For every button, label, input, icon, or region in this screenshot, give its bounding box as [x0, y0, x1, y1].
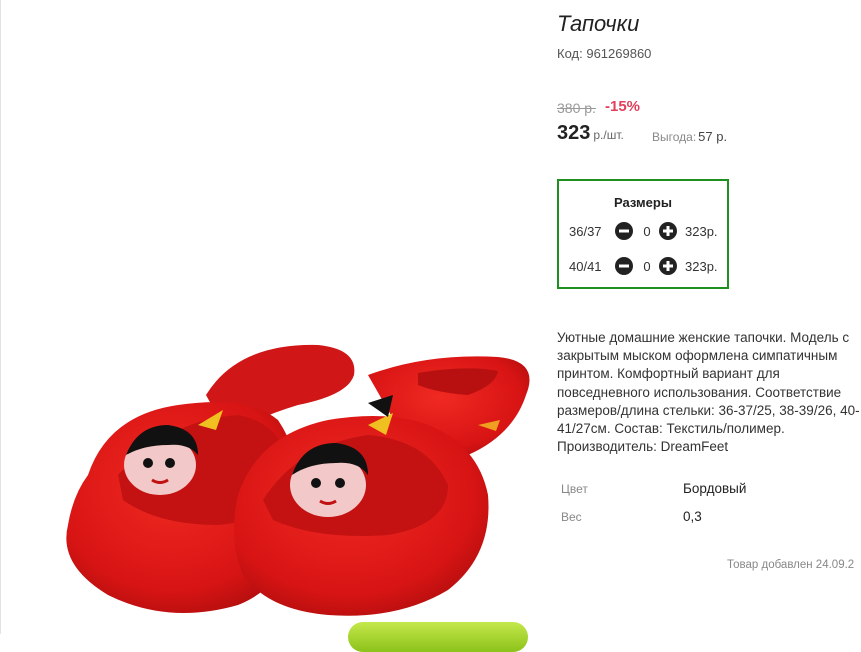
plus-icon: [663, 261, 673, 271]
add-to-cart-button[interactable]: [348, 622, 528, 652]
price-value: 323: [557, 122, 591, 144]
old-price: 380 р.: [557, 100, 596, 116]
size-price: 323р.: [685, 259, 718, 274]
sizes-box: Размеры 36/37 0 323р. 40/41 0 323р.: [557, 179, 729, 289]
discount-badge: -15%: [605, 98, 641, 115]
quantity-value: 0: [643, 224, 651, 239]
product-description: Уютные домашние женские тапочки. Модель …: [557, 330, 860, 455]
page-left-border: [0, 0, 1, 634]
product-code-value: 961269860: [586, 46, 652, 61]
decrease-quantity-button[interactable]: [615, 257, 633, 275]
product-image: [66, 344, 530, 616]
attribute-label-color: Цвет: [561, 482, 588, 496]
decrease-quantity-button[interactable]: [615, 222, 633, 240]
quantity-value: 0: [643, 259, 651, 274]
product-code: Код: 961269860: [557, 46, 651, 61]
plus-icon: [663, 226, 673, 236]
size-price: 323р.: [685, 224, 718, 239]
added-date: Товар добавлен 24.09.2: [727, 559, 855, 571]
attribute-value-weight: 0,3: [683, 509, 702, 524]
savings-value: 57 р.: [698, 129, 728, 144]
attribute-label-weight: Вес: [561, 510, 582, 524]
price-unit: р./шт.: [593, 128, 624, 142]
increase-quantity-button[interactable]: [659, 222, 677, 240]
minus-icon: [619, 229, 629, 233]
minus-icon: [619, 264, 629, 268]
savings-label: Выгода:: [652, 130, 697, 144]
current-price: 323 р./шт.: [557, 122, 624, 145]
sizes-title: Размеры: [614, 195, 672, 210]
size-label: 36/37: [569, 224, 602, 239]
product-title: Тапочки: [557, 11, 640, 36]
product-code-label: Код:: [557, 46, 583, 61]
attribute-value-color: Бордовый: [683, 481, 747, 496]
savings: Выгода: 57 р.: [652, 129, 727, 144]
increase-quantity-button[interactable]: [659, 257, 677, 275]
size-label: 40/41: [569, 259, 602, 274]
